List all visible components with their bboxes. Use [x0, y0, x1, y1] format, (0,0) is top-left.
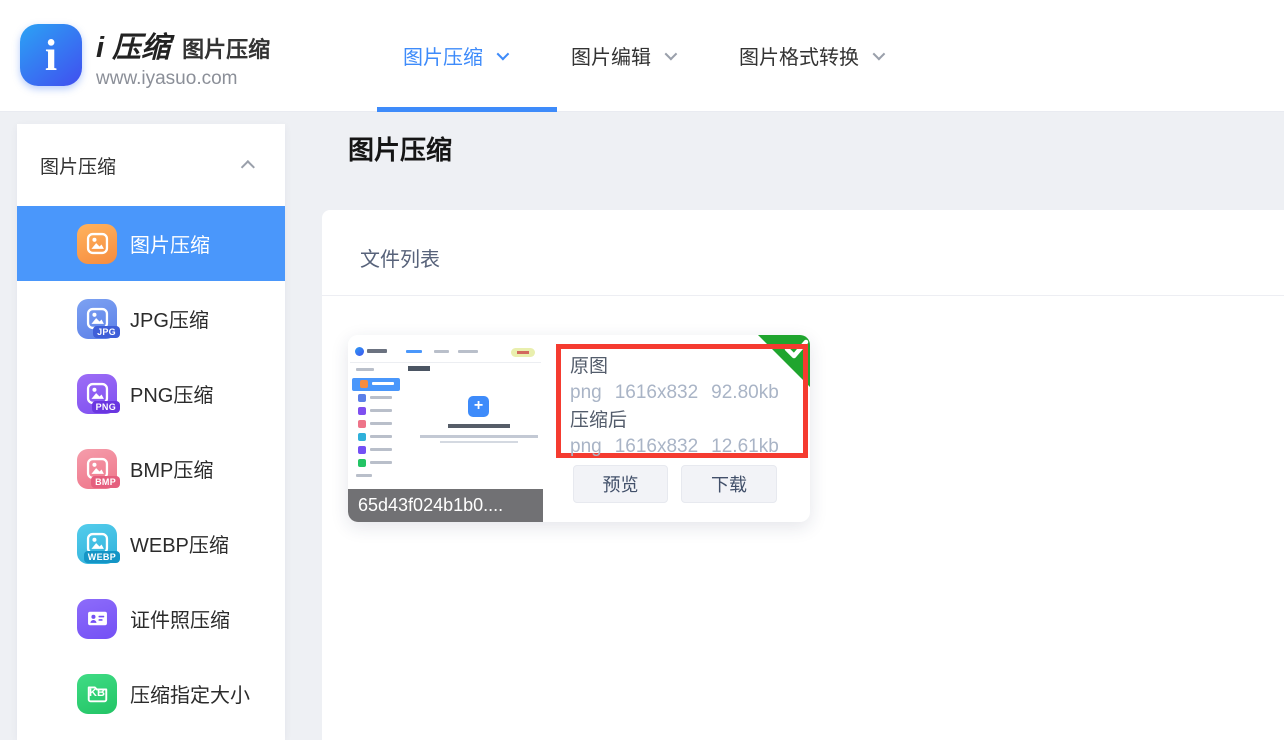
logo-icon: i — [20, 24, 82, 86]
top-header: i i 压缩 图片压缩 www.iyasuo.com 图片压缩 图片编辑 图片格… — [0, 0, 1284, 112]
file-list-title: 文件列表 — [360, 243, 440, 272]
product-name: 图片压缩 — [182, 32, 270, 64]
thumbnail-mini-button — [511, 348, 535, 357]
compressed-size: 12.61kb — [711, 436, 779, 457]
active-tab-underline — [377, 107, 557, 112]
chevron-down-icon — [873, 48, 886, 61]
original-info: png 1616x832 92.80kb — [570, 379, 803, 406]
bmp-compress-icon: BMP — [77, 449, 117, 489]
download-button[interactable]: 下载 — [681, 465, 777, 503]
sidebar-item-label: JPG压缩 — [130, 304, 209, 333]
sidebar-item-id-photo-compress[interactable]: 证件照压缩 — [17, 581, 285, 656]
page-title: 图片压缩 — [348, 130, 452, 167]
webp-compress-icon: WEBP — [77, 524, 117, 564]
original-size: 92.80kb — [711, 382, 779, 403]
kb-badge: KB — [77, 687, 117, 699]
preview-button[interactable]: 预览 — [573, 465, 668, 503]
image-compress-icon — [77, 224, 117, 264]
compressed-format: png — [570, 436, 602, 457]
sidebar-item-label: PNG压缩 — [130, 379, 213, 408]
original-dimensions: 1616x832 — [615, 382, 698, 403]
original-label: 原图 — [570, 355, 803, 379]
png-compress-icon: PNG — [77, 374, 117, 414]
id-photo-icon — [77, 599, 117, 639]
file-item-card: + 65d43f024b1b0.... 原图 png 1616x832 92.80k… — [348, 335, 810, 522]
compressed-dimensions: 1616x832 — [615, 436, 698, 457]
sidebar-item-label: 压缩指定大小 — [130, 679, 250, 708]
sidebar-item-label: 图片压缩 — [130, 229, 210, 258]
compressed-label: 压缩后 — [570, 409, 803, 433]
nav-item-image-compress[interactable]: 图片压缩 — [403, 41, 506, 70]
chevron-up-icon — [241, 160, 255, 174]
compressed-info: png 1616x832 12.61kb — [570, 433, 803, 460]
bmp-badge: BMP — [91, 476, 120, 488]
brand-name: i 压缩 — [96, 24, 170, 66]
sidebar: 图片压缩 图片压缩 JPG JPG压缩 PNG PNG压缩 BMP BMP压缩 — [17, 124, 285, 740]
highlight-box: 原图 png 1616x832 92.80kb 压缩后 png 1616x832 12.… — [556, 344, 808, 458]
jpg-badge: JPG — [93, 326, 120, 338]
nav-label: 图片格式转换 — [739, 41, 859, 70]
site-url: www.iyasuo.com — [96, 68, 270, 90]
nav-label: 图片压缩 — [403, 41, 483, 70]
kb-size-icon: KB — [77, 674, 117, 714]
main-nav: 图片压缩 图片编辑 图片格式转换 — [403, 0, 882, 111]
original-format: png — [570, 382, 602, 403]
sidebar-item-png-compress[interactable]: PNG PNG压缩 — [17, 356, 285, 431]
sidebar-item-label: BMP压缩 — [130, 454, 213, 483]
thumbnail-mini-sidebar — [350, 364, 402, 489]
jpg-compress-icon: JPG — [77, 299, 117, 339]
divider — [322, 295, 1284, 296]
nav-item-format-convert[interactable]: 图片格式转换 — [739, 41, 882, 70]
sidebar-item-compress-to-size[interactable]: KB 压缩指定大小 — [17, 656, 285, 731]
sidebar-section-header[interactable]: 图片压缩 — [17, 124, 285, 206]
chevron-down-icon — [497, 48, 510, 61]
thumbnail-mini-main: + — [406, 364, 541, 489]
thumbnail-mini-upload-icon: + — [468, 396, 489, 417]
sidebar-item-bmp-compress[interactable]: BMP BMP压缩 — [17, 431, 285, 506]
sidebar-item-image-compress[interactable]: 图片压缩 — [17, 206, 285, 281]
sidebar-section-title: 图片压缩 — [40, 152, 116, 179]
sidebar-item-jpg-compress[interactable]: JPG JPG压缩 — [17, 281, 285, 356]
file-name: 65d43f024b1b0.... — [348, 489, 543, 522]
webp-badge: WEBP — [84, 551, 120, 563]
sidebar-item-label: WEBP压缩 — [130, 529, 229, 558]
sidebar-item-webp-compress[interactable]: WEBP WEBP压缩 — [17, 506, 285, 581]
thumbnail-mini-screenshot: + — [348, 341, 543, 489]
thumbnail-mini-header — [350, 343, 541, 363]
site-logo[interactable]: i i 压缩 图片压缩 www.iyasuo.com — [20, 24, 270, 90]
png-badge: PNG — [92, 401, 120, 413]
nav-item-image-edit[interactable]: 图片编辑 — [571, 41, 674, 70]
sidebar-item-label: 证件照压缩 — [130, 604, 230, 633]
nav-label: 图片编辑 — [571, 41, 651, 70]
file-thumbnail: + 65d43f024b1b0.... — [348, 335, 543, 522]
chevron-down-icon — [665, 48, 678, 61]
file-list-panel: 文件列表 — [322, 210, 1284, 740]
